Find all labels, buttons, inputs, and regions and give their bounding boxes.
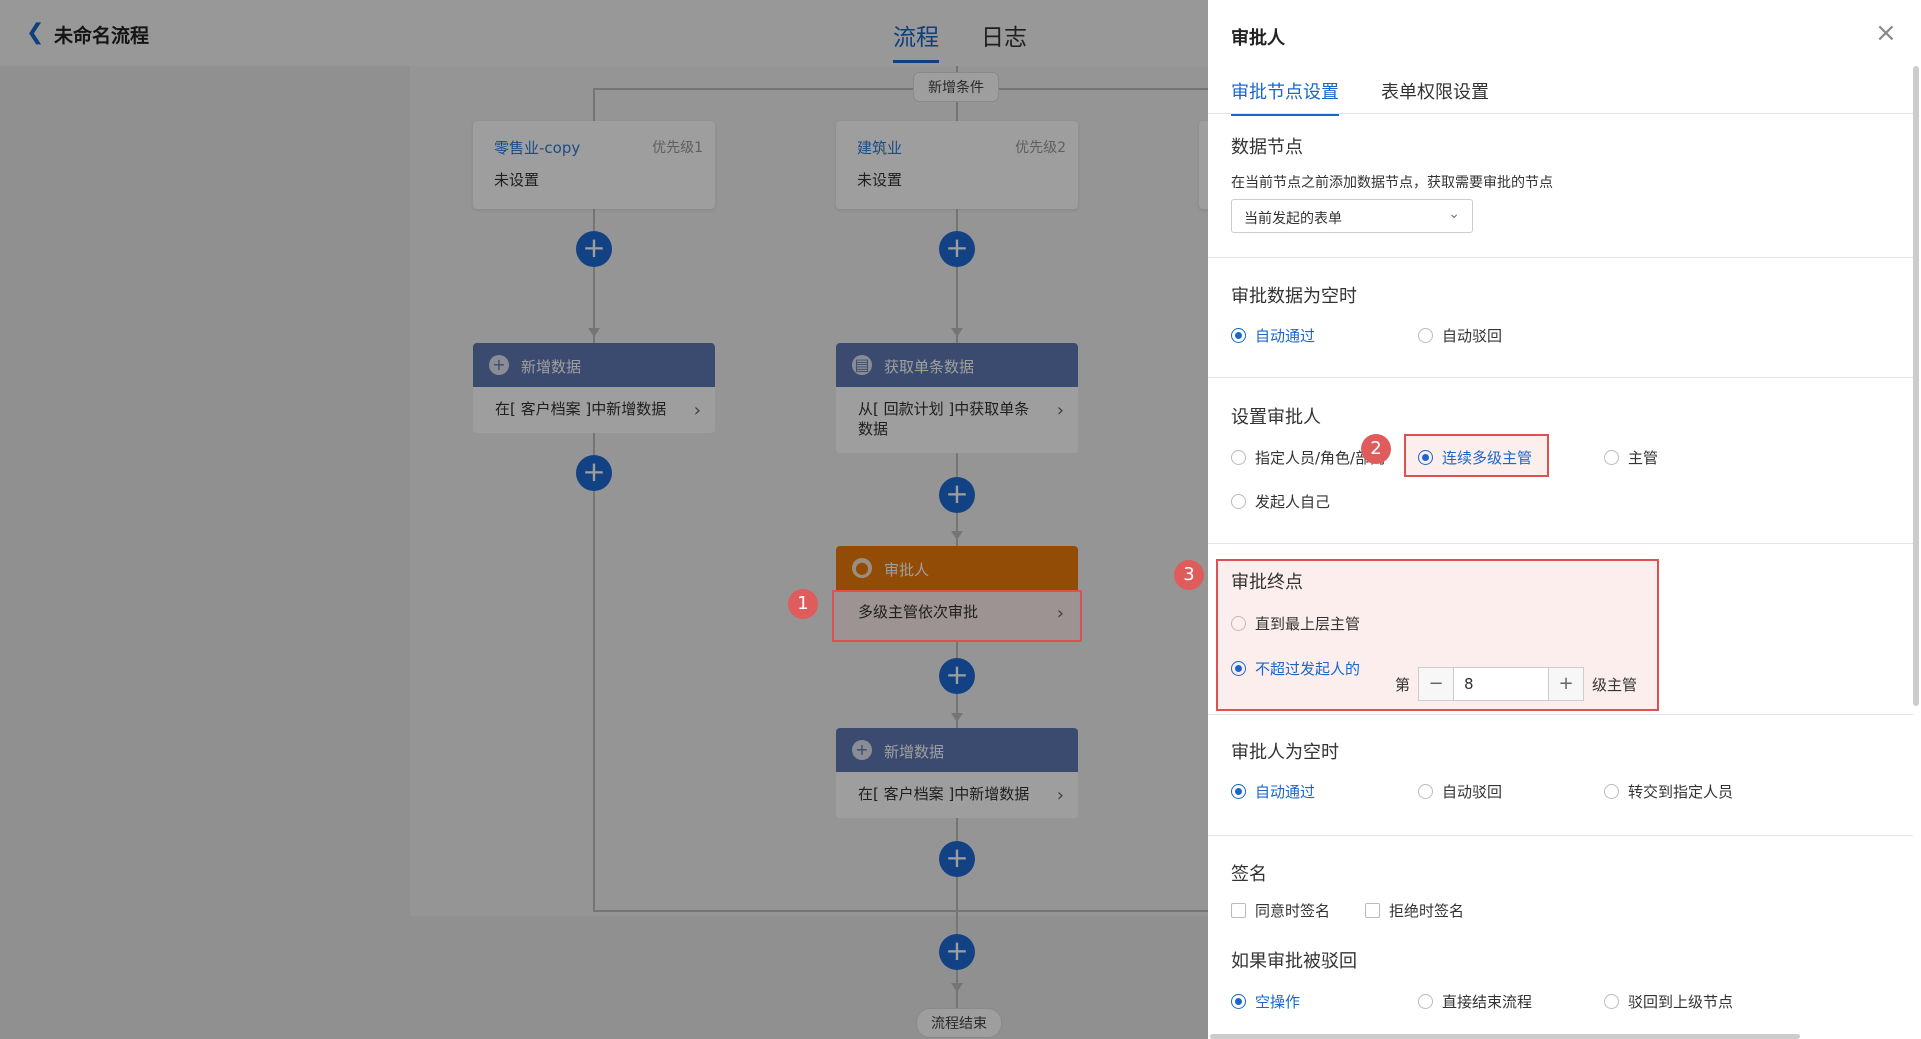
radio-end-process[interactable]: 直接结束流程 — [1418, 991, 1532, 1012]
radio-top-supervisor[interactable]: 直到最上层主管 — [1231, 613, 1360, 634]
stepper-prefix: 第 — [1395, 675, 1411, 694]
radio-multi-level-supervisor[interactable]: 连续多级主管 — [1418, 447, 1532, 468]
radio-no-operation[interactable]: 空操作 — [1231, 991, 1300, 1012]
plus-button[interactable]: + — [1548, 667, 1585, 701]
data-node-select-value: 当前发起的表单 — [1244, 211, 1342, 227]
radio-transfer-to-person[interactable]: 转交到指定人员 — [1604, 781, 1733, 802]
section-rejected-title: 如果审批被驳回 — [1231, 951, 1357, 972]
section-empty-data-title: 审批数据为空时 — [1231, 286, 1357, 307]
annotation-badge-3: 3 — [1174, 560, 1204, 590]
panel-title: 审批人 — [1231, 28, 1285, 49]
divider — [1208, 714, 1913, 715]
checkbox-sign-on-reject[interactable]: 拒绝时签名 — [1365, 900, 1464, 921]
section-data-node-title: 数据节点 — [1231, 137, 1303, 158]
annotation-badge-2: 2 — [1361, 434, 1391, 464]
radio-initiator-self[interactable]: 发起人自己 — [1231, 491, 1330, 512]
section-empty-approver-title: 审批人为空时 — [1231, 742, 1339, 763]
tab-node-settings[interactable]: 审批节点设置 — [1231, 78, 1339, 116]
divider — [1208, 543, 1913, 544]
minus-button[interactable]: − — [1418, 667, 1455, 701]
divider — [1208, 257, 1913, 258]
vertical-scrollbar[interactable] — [1913, 66, 1919, 706]
level-stepper: 第 − 8 + 级主管 — [1395, 667, 1637, 701]
radio-empty-data-auto-reject[interactable]: 自动驳回 — [1418, 325, 1502, 346]
horizontal-scrollbar[interactable] — [1210, 1034, 1800, 1039]
panel-tabs: 审批节点设置 表单权限设置 — [1231, 78, 1489, 116]
divider — [1208, 377, 1913, 378]
tab-form-permissions[interactable]: 表单权限设置 — [1381, 78, 1489, 116]
section-set-approver-title: 设置审批人 — [1231, 407, 1321, 428]
annotation-badge-1: 1 — [788, 589, 818, 619]
chevron-down-icon: ⌄ — [1448, 206, 1460, 222]
section-signature-title: 签名 — [1231, 864, 1267, 885]
approver-settings-panel: 审批人 × 审批节点设置 表单权限设置 数据节点 在当前节点之前添加数据节点，获… — [1208, 0, 1921, 1039]
radio-supervisor[interactable]: 主管 — [1604, 447, 1658, 468]
radio-empty-approver-auto-reject[interactable]: 自动驳回 — [1418, 781, 1502, 802]
radio-empty-approver-auto-pass[interactable]: 自动通过 — [1231, 781, 1315, 802]
divider — [1208, 113, 1913, 114]
divider — [1208, 835, 1913, 836]
radio-empty-data-auto-pass[interactable]: 自动通过 — [1231, 325, 1315, 346]
section-endpoint-title: 审批终点 — [1231, 572, 1303, 593]
stepper-suffix: 级主管 — [1592, 675, 1638, 694]
data-node-hint: 在当前节点之前添加数据节点，获取需要审批的节点 — [1231, 175, 1553, 191]
checkbox-sign-on-approve[interactable]: 同意时签名 — [1231, 900, 1330, 921]
level-input[interactable]: 8 — [1454, 667, 1549, 701]
highlight-box-approver-node — [832, 590, 1082, 642]
data-node-select[interactable]: 当前发起的表单 ⌄ — [1231, 199, 1473, 233]
radio-not-exceed-initiator[interactable]: 不超过发起人的 — [1231, 658, 1360, 679]
modal-overlay[interactable] — [0, 0, 1208, 1039]
close-icon[interactable]: × — [1875, 18, 1897, 48]
radio-reject-to-previous[interactable]: 驳回到上级节点 — [1604, 991, 1733, 1012]
